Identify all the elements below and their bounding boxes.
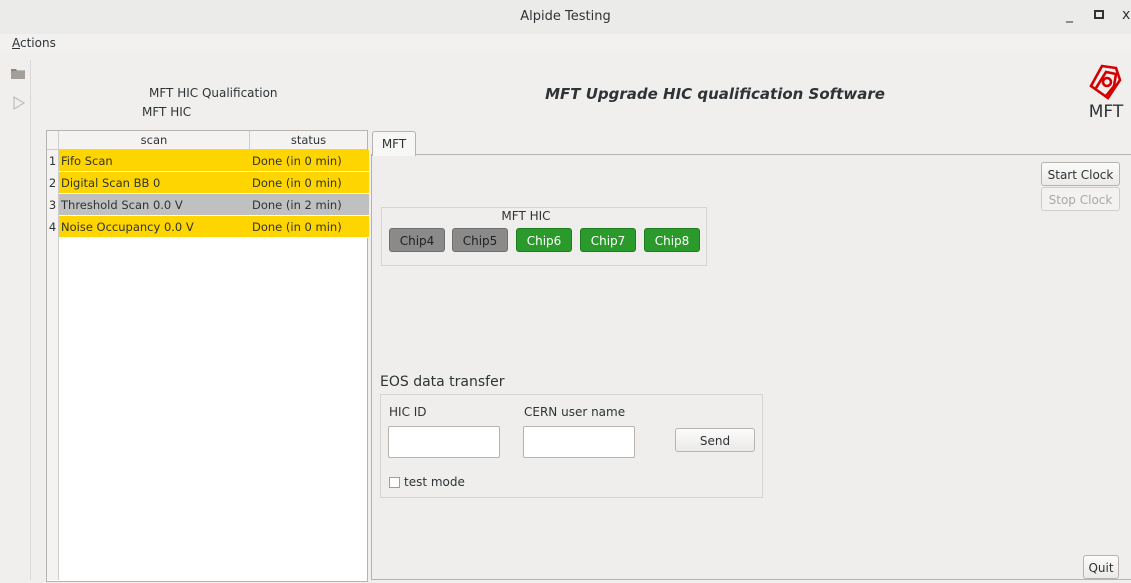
table-row[interactable]: 3 Threshold Scan 0.0 V Done (in 2 min) <box>47 194 369 216</box>
chip7-button[interactable]: Chip7 <box>580 228 636 252</box>
cern-user-label: CERN user name <box>524 405 626 419</box>
scan-cell[interactable]: Threshold Scan 0.0 V <box>59 194 251 216</box>
row-number: 1 <box>47 150 59 172</box>
scan-cell[interactable]: Fifo Scan <box>59 150 251 172</box>
hic-id-input[interactable] <box>388 426 500 458</box>
maximize-icon <box>1094 10 1104 19</box>
row-number: 2 <box>47 172 59 194</box>
menu-actions[interactable]: Actions <box>12 36 56 50</box>
mft-logo: MFT <box>1086 58 1126 124</box>
send-button[interactable]: Send <box>675 428 755 452</box>
status-cell[interactable]: Done (in 0 min) <box>250 172 369 194</box>
test-mode-label: test mode <box>404 475 465 489</box>
chip6-button[interactable]: Chip6 <box>516 228 572 252</box>
quit-button[interactable]: Quit <box>1083 555 1119 579</box>
status-cell[interactable]: Done (in 0 min) <box>250 150 369 172</box>
close-button[interactable]: x <box>1122 7 1130 23</box>
maximize-button[interactable] <box>1094 9 1104 22</box>
chip8-button[interactable]: Chip8 <box>644 228 700 252</box>
minimize-button[interactable]: _ <box>1066 7 1073 23</box>
tab-mft[interactable]: MFT <box>372 131 416 156</box>
window-title: Alpide Testing <box>520 9 611 24</box>
chip5-button[interactable]: Chip5 <box>452 228 508 252</box>
menu-actions-mnemonic: A <box>12 36 20 50</box>
menu-actions-label: ctions <box>20 36 56 50</box>
logo-text: MFT <box>1088 102 1124 122</box>
play-icon[interactable] <box>13 95 26 111</box>
table-row[interactable]: 1 Fifo Scan Done (in 0 min) <box>47 150 369 172</box>
folder-icon[interactable] <box>10 66 26 80</box>
qualification-label: MFT HIC Qualification <box>149 86 278 100</box>
cern-user-input[interactable] <box>523 426 635 458</box>
test-mode-checkbox[interactable] <box>389 477 400 488</box>
hic-label: MFT HIC <box>142 105 192 119</box>
hic-id-label: HIC ID <box>389 405 427 419</box>
start-clock-button[interactable]: Start Clock <box>1041 162 1120 186</box>
scan-cell[interactable]: Digital Scan BB 0 <box>59 172 251 194</box>
eos-title: EOS data transfer <box>380 374 505 390</box>
left-toolbar <box>6 60 31 580</box>
corner-header <box>47 131 59 150</box>
column-header-scan[interactable]: scan <box>59 131 250 150</box>
column-header-status[interactable]: status <box>250 131 367 150</box>
menu-bar <box>0 34 1131 52</box>
stop-clock-button[interactable]: Stop Clock <box>1041 187 1120 211</box>
table-row[interactable]: 4 Noise Occupancy 0.0 V Done (in 0 min) <box>47 216 369 238</box>
scan-table[interactable]: scan status 1 Fifo Scan Done (in 0 min) … <box>46 130 369 582</box>
row-number: 4 <box>47 216 59 238</box>
scan-cell[interactable]: Noise Occupancy 0.0 V <box>59 216 251 238</box>
row-number: 3 <box>47 194 59 216</box>
table-row[interactable]: 2 Digital Scan BB 0 Done (in 0 min) <box>47 172 369 194</box>
status-cell[interactable]: Done (in 0 min) <box>250 216 369 238</box>
status-cell[interactable]: Done (in 2 min) <box>250 194 369 216</box>
software-title: MFT Upgrade HIC qualification Software <box>545 85 885 103</box>
chip4-button[interactable]: Chip4 <box>389 228 445 252</box>
hic-group-title: MFT HIC <box>501 209 551 223</box>
